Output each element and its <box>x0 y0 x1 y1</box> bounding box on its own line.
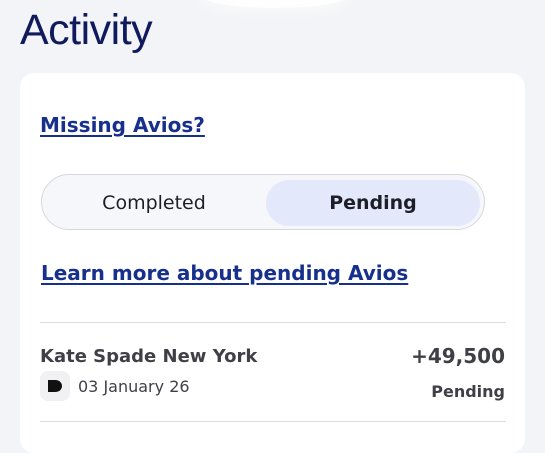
partner-logo-icon <box>40 371 70 401</box>
divider <box>40 322 506 323</box>
transaction-date-row: 03 January 26 <box>40 371 190 401</box>
learn-more-pending-link[interactable]: Learn more about pending Avios <box>41 261 408 285</box>
tab-completed[interactable]: Completed <box>47 180 261 226</box>
transaction-status: Pending <box>431 382 505 401</box>
divider <box>40 421 506 422</box>
transaction-merchant: Kate Spade New York <box>40 346 258 367</box>
tab-pending[interactable]: Pending <box>266 180 480 226</box>
transaction-amount: +49,500 <box>411 344 505 368</box>
missing-avios-link[interactable]: Missing Avios? <box>40 113 205 137</box>
top-glow <box>200 0 350 8</box>
transaction-date: 03 January 26 <box>78 376 190 396</box>
page-title: Activity <box>20 6 153 54</box>
activity-card: Missing Avios? Completed Pending Learn m… <box>20 73 525 453</box>
activity-tab-switcher: Completed Pending <box>41 174 485 230</box>
